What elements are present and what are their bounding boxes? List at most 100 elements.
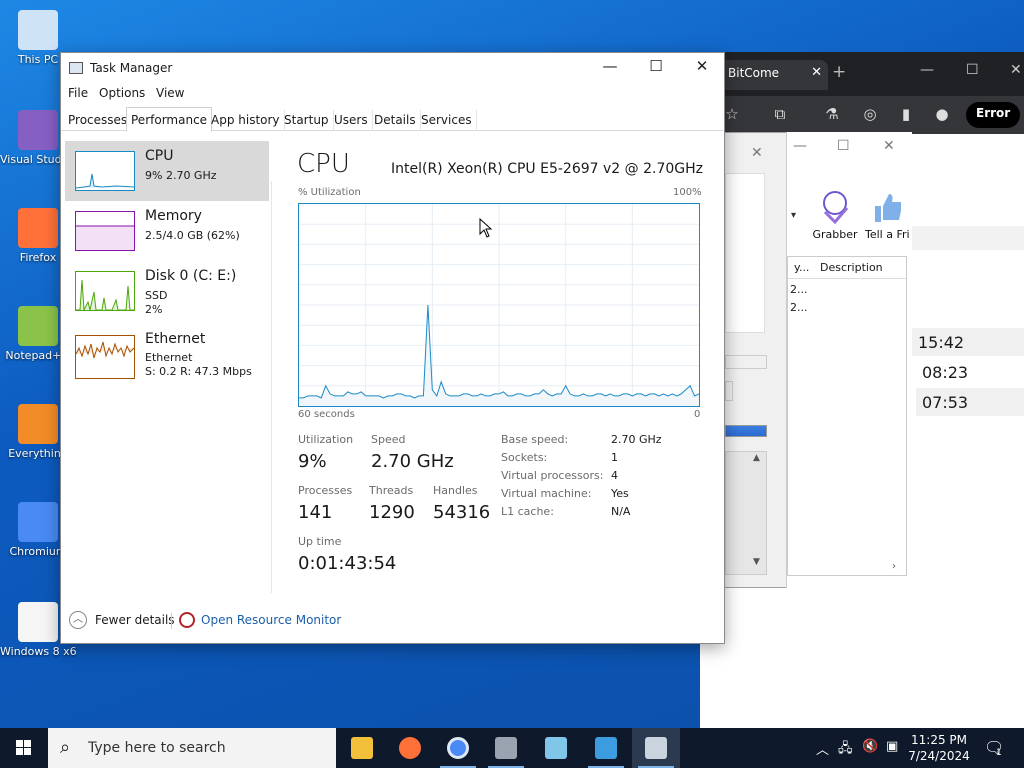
profile-icon[interactable]: ● [932,105,952,125]
list-header: y... Description [788,257,906,279]
list-item[interactable]: 2... [788,301,808,314]
time-row: 07:53 [916,388,1024,416]
dropdown-icon[interactable]: ▾ [791,210,796,221]
close-icon[interactable]: ✕ [811,65,822,80]
cpu-thumbnail [75,151,135,191]
content-header-bar [912,226,1024,250]
sidebar-name: Disk 0 (C: E:) [145,268,237,284]
time-row: 15:42 [912,328,1024,356]
detail-value: N/A [611,505,631,518]
detail-key: L1 cache: [501,505,554,518]
sidebar-name: CPU [145,148,174,164]
taskbar-search[interactable]: ⌕ Type here to search [48,728,336,768]
network-icon[interactable]: 🖧 [838,739,853,761]
mouse-cursor-icon [479,218,493,238]
file-explorer-taskbar[interactable] [338,728,386,768]
progress-bar [725,425,767,437]
lab-icon[interactable]: ⚗ [822,105,842,125]
app-icon [18,404,58,444]
chrome-toolbar: ☆ ⧉ ⚗ ◎ ▮ ● Error [700,96,1024,134]
scroll-down-icon[interactable]: ▼ [753,557,760,567]
tab-details[interactable]: Details [370,110,421,131]
search-icon: ⌕ [60,737,71,758]
menu-file[interactable]: File [68,86,88,100]
tab-strip: Processes Performance App history Startu… [61,107,724,132]
fewer-details-button[interactable]: Fewer details [95,613,175,627]
resource-monitor-icon[interactable] [179,612,195,628]
task-manager-window[interactable]: Task Manager — ☐ ✕ File Options View Pro… [60,52,725,644]
app-icon [18,110,58,150]
task-manager-taskbar[interactable] [632,728,680,768]
task-list[interactable]: y... Description 2... 2... › [787,256,907,576]
firefox-icon [399,737,421,759]
close-icon[interactable]: ✕ [1010,62,1022,78]
tell-friend-button[interactable]: Tell a Fri [865,190,913,241]
utilization-label: Utilization [298,433,354,446]
chevron-up-icon[interactable]: ︿ [816,739,829,758]
tab-services[interactable]: Services [417,110,477,131]
sidebar-item-ethernet[interactable]: Ethernet Ethernet S: 0.2 R: 47.3 Mbps [65,327,269,387]
menu-options[interactable]: Options [99,86,145,100]
app-icon [18,10,58,50]
chrome-tab-label: BitCome [728,66,780,80]
menu-view[interactable]: View [156,86,184,100]
chrome-tab[interactable]: BitCome ✕ [718,60,828,90]
y-axis-max: 100% [673,187,702,198]
sidebar-item-disk[interactable]: Disk 0 (C: E:) SSD 2% [65,261,269,321]
maximize-icon[interactable]: ☐ [966,62,979,78]
minimize-icon[interactable]: — [793,138,807,154]
clock[interactable]: 11:25 PM 7/24/2024 [900,732,978,764]
error-badge[interactable]: Error [966,102,1021,128]
tab-app-history[interactable]: App history [207,110,285,131]
new-tab-icon[interactable]: + [832,62,846,82]
cpu-graph-svg [299,204,700,406]
x-axis-left: 60 seconds [298,409,355,420]
detail-value: 1 [611,451,618,464]
maximize-icon[interactable]: ☐ [837,138,850,154]
app-taskbar[interactable] [482,728,530,768]
sidepanel-icon[interactable]: ▮ [896,105,916,125]
open-resource-monitor-link[interactable]: Open Resource Monitor [201,613,341,627]
app-icon [18,306,58,346]
uptime-label: Up time [298,535,342,548]
processes-value: 141 [298,502,333,523]
firefox-taskbar[interactable] [386,728,434,768]
star-icon[interactable]: ☆ [722,105,742,125]
taskbar: ⌕ Type here to search ︿ 🖧 🔇 ▣ 11:25 PM 7… [0,728,1024,768]
bitcomet-window[interactable]: — ☐ ✕ ▾ Grabber Tell a Fri y... Descript… [786,132,912,588]
app-icon [18,502,58,542]
chevron-up-icon[interactable]: ︿ [69,611,87,629]
sidebar-item-memory[interactable]: Memory 2.5/4.0 GB (62%) [65,201,269,261]
speed-value: 2.70 GHz [371,451,454,472]
monitor-icon[interactable]: ▣ [886,739,898,754]
list-item[interactable]: 2... [788,283,808,296]
tab-users[interactable]: Users [330,110,373,131]
close-icon[interactable]: ✕ [751,145,763,161]
footer: ︿ Fewer details Open Resource Monitor [61,609,724,633]
task-manager-icon [645,737,667,759]
title-bar[interactable]: Task Manager — ☐ ✕ [61,53,724,83]
close-icon[interactable]: ✕ [679,57,725,81]
scroll-up-icon[interactable]: ▲ [753,453,760,463]
tab-startup[interactable]: Startup [280,110,334,131]
tab-processes[interactable]: Processes [64,110,133,131]
chromium-taskbar[interactable] [434,728,482,768]
maximize-icon[interactable]: ☐ [633,57,679,81]
column-description[interactable]: Description [820,261,883,274]
dialog-field [725,381,733,401]
sync-icon[interactable]: ◎ [860,105,880,125]
scroll-right-icon[interactable]: › [892,561,896,572]
close-icon[interactable]: ✕ [883,138,895,154]
sidebar-sub: S: 0.2 R: 47.3 Mbps [145,365,252,378]
extensions-icon[interactable]: ⧉ [770,105,790,125]
notification-count: 1 [996,748,1002,758]
tab-performance[interactable]: Performance [126,107,213,132]
start-button[interactable] [0,728,48,768]
bitcomet-taskbar[interactable] [582,728,630,768]
app2-taskbar[interactable] [532,728,580,768]
minimize-icon[interactable]: — [587,57,633,81]
volume-muted-icon[interactable]: 🔇 [862,739,878,754]
minimize-icon[interactable]: — [920,62,934,78]
sidebar-item-cpu[interactable]: CPU 9% 2.70 GHz [65,141,269,201]
grabber-button[interactable]: Grabber [805,190,865,241]
